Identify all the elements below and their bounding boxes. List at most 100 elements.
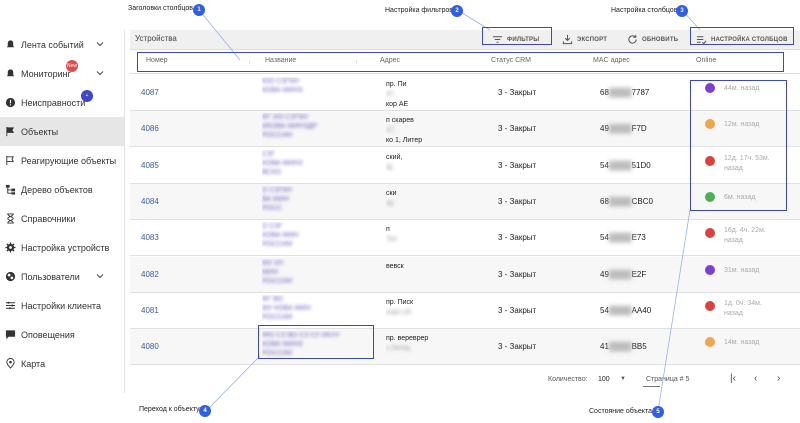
sidebar-item[interactable]: Карта — [0, 349, 124, 378]
first-page-icon[interactable]: |‹ — [730, 373, 736, 384]
address-line: кор АЕ — [386, 101, 409, 108]
prev-page-icon[interactable]: ‹ — [754, 373, 757, 384]
export-button[interactable]: ЭКСПОРТ — [562, 31, 607, 49]
sidebar-item-label: Карта — [21, 358, 46, 369]
tree-icon — [5, 184, 16, 195]
object-name-link[interactable]: О СЗГ КОВА МИН РОССИИ — [262, 222, 362, 254]
sidebar-item[interactable]: Неисправности + — [0, 88, 124, 117]
object-name-link[interactable]: МУ ИУ МИН РОССИИ — [262, 259, 362, 291]
sidebar-item-label: Объекты — [21, 126, 59, 137]
annotation-label-3: Настройка столбцов — [611, 7, 678, 14]
object-name-link[interactable]: ФГ ВО МУ КОВА МИН РОССИИ — [262, 295, 362, 327]
sidebar-item[interactable]: Справочники — [0, 204, 124, 233]
device-number-link[interactable]: 4082 — [141, 270, 159, 280]
address-line: ер — [386, 199, 394, 207]
sidebar-item[interactable]: Объекты — [0, 117, 124, 146]
page-size-select[interactable]: 100 — [598, 376, 610, 383]
export-button-label: ЭКСПОРТ — [577, 37, 608, 43]
sidebar-item[interactable]: Реагирующие объекты — [0, 146, 124, 175]
object-name-line: РОСС — [262, 204, 283, 212]
crm-status-cell: 3 - Закрыт — [498, 160, 537, 170]
select-underline — [643, 386, 660, 387]
sliders-icon — [5, 300, 16, 311]
device-number-link[interactable]: 4087 — [141, 88, 159, 98]
address-line: ски — [386, 189, 397, 197]
mac-suffix: AA40 — [631, 305, 652, 315]
address-line: 47, — [386, 127, 396, 135]
table-row[interactable]: 4081 ФГ ВО МУ КОВА МИН РОССИИ пр. Писк корп.1… — [130, 293, 800, 329]
address-cell: ский, Щ — [386, 153, 486, 173]
mac-redacted: ████ — [608, 196, 632, 206]
object-name-link[interactable]: О СЗГМУ ВА МИН РОСС — [262, 186, 362, 218]
map-pin-icon — [5, 358, 16, 369]
page-title: Устройства — [135, 34, 177, 43]
device-number-link[interactable]: 4081 — [141, 306, 159, 316]
mac-address-cell: 49████F7D — [600, 124, 647, 134]
flag-icon — [5, 126, 16, 137]
object-name-line: ФГ ИО СЗГМУ — [262, 114, 309, 122]
mac-redacted: ████ — [608, 160, 632, 170]
address-line: Щ — [386, 163, 393, 171]
sidebar-item[interactable]: Лента событий — [0, 30, 124, 59]
object-name-line: КОВА МИНЗ — [262, 159, 303, 167]
sidebar-item[interactable]: Оповещения — [0, 320, 124, 349]
sidebar-item-label: Настройка устройств — [21, 242, 110, 253]
object-name-line: ЮО СЗГМУ — [262, 78, 300, 85]
object-name-line: КОВА МИН — [262, 232, 299, 240]
sidebar-item[interactable]: Мониторинг New — [0, 59, 124, 88]
device-number-link[interactable]: 4086 — [141, 124, 159, 134]
notification-badge: + — [81, 90, 93, 102]
sidebar-item[interactable]: Настройки клиента — [0, 291, 124, 320]
mac-suffix: 7787 — [631, 88, 650, 97]
device-number-link[interactable]: 4083 — [141, 233, 159, 243]
crm-status-cell: 3 - Закрыт — [498, 233, 537, 243]
object-name-line: О СЗГМУ — [262, 186, 293, 194]
address-line: ко 1, Литер — [386, 137, 423, 145]
device-number-link[interactable]: 4085 — [141, 161, 159, 171]
mac-address-cell: 68████7787 — [600, 88, 649, 98]
object-name-line: РОССИИ — [262, 277, 293, 285]
mac-address-cell: 41████BB5 — [600, 342, 647, 352]
chevron-down-icon[interactable] — [96, 40, 104, 48]
last-seen-line: назад — [724, 237, 743, 245]
sidebar-item-label: Неисправности — [21, 97, 86, 108]
sidebar-item[interactable]: Дерево объектов — [0, 175, 124, 204]
object-name-line: РОССИИ — [262, 132, 293, 140]
chevron-down-icon[interactable] — [96, 69, 104, 77]
mac-prefix: 49 — [600, 269, 609, 279]
mac-suffix: E2F — [631, 269, 647, 279]
next-page-icon[interactable]: › — [777, 373, 780, 384]
mac-prefix: 54 — [600, 233, 609, 243]
annotation-badge-5: 5 — [652, 406, 664, 418]
refresh-button[interactable]: ОБНОВИТЬ — [627, 31, 678, 49]
table-row[interactable]: 4080 ФЮ СЗ ВО СЗ СУ ИКУУ КОВА МИНЗ РОССИИ пр… — [130, 329, 800, 366]
status-dot — [705, 300, 715, 311]
sidebar: Лента событий Мониторинг New Неисправности +… — [0, 30, 125, 393]
device-number-link[interactable]: 4080 — [141, 342, 159, 352]
object-name-line: О СЗГ — [262, 223, 283, 231]
annotation-badge-1: 1 — [193, 4, 205, 16]
mac-address-cell: 54████E73 — [600, 233, 646, 243]
sidebar-item[interactable]: Настройка устройств — [0, 233, 124, 262]
chevron-down-icon[interactable]: ▼ — [620, 376, 626, 382]
address-cell: вевск — [386, 262, 486, 272]
table-row[interactable]: 4083 О СЗГ КОВА МИН РОССИИ п Лит 3 - Закрыт 54█… — [130, 220, 800, 257]
gear-icon — [5, 242, 16, 253]
crm-status-cell: 3 - Закрыт — [498, 124, 537, 134]
sidebar-item[interactable]: Пользователи — [0, 262, 124, 291]
flag-outline-icon — [5, 155, 16, 166]
last-seen-text: 31м. назад — [724, 266, 759, 276]
table-row[interactable]: 4082 МУ ИУ МИН РОССИИ вевск 3 - Закрыт 49████E… — [130, 256, 800, 293]
device-number-link[interactable]: 4084 — [141, 197, 159, 207]
address-line: корп.18, — [386, 308, 413, 316]
mac-suffix: CBC0 — [631, 196, 653, 206]
object-name-link[interactable]: СЗГ КОВА МИНЗ ВСКО — [262, 150, 362, 182]
online-status-cell: 1д. 0ч. 34м. назад — [705, 299, 795, 319]
object-name-link[interactable]: ФГ ИО СЗГМУ ИКОВА МИНЗДР РОССИИ — [262, 113, 362, 145]
last-seen-text: 16д. 4ч. 22м. назад — [724, 226, 766, 246]
filters-highlight — [482, 27, 552, 45]
chevron-down-icon[interactable] — [96, 272, 104, 280]
sidebar-item-label: Справочники — [21, 213, 76, 224]
last-seen-line: назад — [724, 309, 743, 317]
object-name-link[interactable]: ЮО СЗГМУ КОВА МИНЗ — [262, 77, 362, 109]
